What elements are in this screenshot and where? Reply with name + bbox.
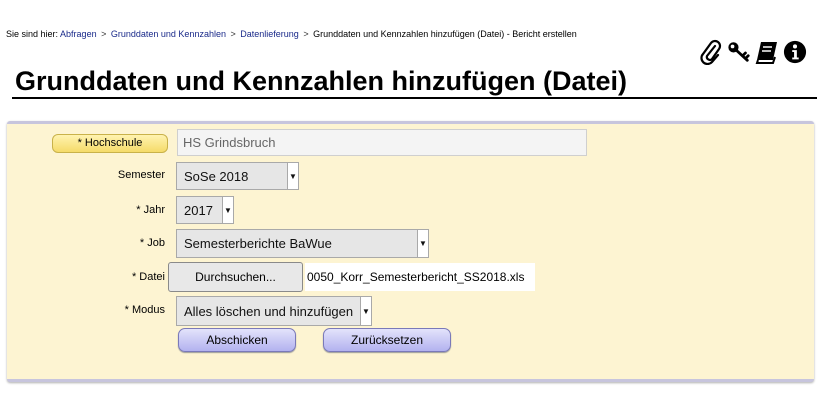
- paperclip-icon[interactable]: [699, 39, 723, 65]
- breadcrumb-separator: >: [303, 29, 309, 39]
- chevron-down-icon: ▼: [222, 197, 233, 223]
- book-icon[interactable]: [755, 39, 779, 65]
- jahr-select[interactable]: 2017 ▼: [176, 196, 234, 224]
- hochschule-field: HS Grindsbruch: [177, 129, 587, 156]
- modus-value: Alles löschen und hinzufügen: [184, 304, 354, 319]
- chevron-down-icon: ▼: [360, 297, 371, 325]
- breadcrumb-separator: >: [101, 29, 107, 39]
- modus-label: * Modus: [124, 304, 165, 316]
- title-divider: [12, 97, 817, 99]
- breadcrumb-link-datenlieferung[interactable]: Datenlieferung: [240, 29, 299, 39]
- breadcrumb-prefix: Sie sind hier:: [6, 29, 59, 39]
- key-icon[interactable]: [727, 39, 751, 65]
- breadcrumb-link-grunddaten[interactable]: Grunddaten und Kennzahlen: [111, 29, 226, 39]
- job-select[interactable]: Semesterberichte BaWue ▼: [176, 229, 429, 258]
- chevron-down-icon: ▼: [287, 163, 298, 189]
- semester-label: Semester: [117, 169, 165, 181]
- browse-button[interactable]: Durchsuchen...: [168, 262, 303, 292]
- toolbar-icons: [699, 39, 807, 65]
- info-icon[interactable]: [783, 39, 807, 65]
- job-value: Semesterberichte BaWue: [184, 236, 332, 251]
- submit-button[interactable]: Abschicken: [178, 328, 296, 352]
- chevron-down-icon: ▼: [417, 230, 428, 257]
- semester-value: SoSe 2018: [184, 169, 249, 184]
- breadcrumb-link-abfragen[interactable]: Abfragen: [60, 29, 97, 39]
- file-name: 0050_Korr_Semesterbericht_SS2018.xls: [305, 263, 535, 291]
- semester-select[interactable]: SoSe 2018 ▼: [176, 162, 299, 190]
- jahr-label: * Jahr: [136, 204, 165, 216]
- breadcrumb: Sie sind hier: Abfragen > Grunddaten und…: [6, 29, 577, 39]
- job-label: * Job: [139, 237, 165, 249]
- modus-select[interactable]: Alles löschen und hinzufügen ▼: [176, 296, 372, 326]
- datei-label: * Datei: [131, 271, 165, 283]
- reset-button[interactable]: Zurücksetzen: [323, 328, 451, 352]
- jahr-value: 2017: [184, 203, 213, 218]
- breadcrumb-current: Grunddaten und Kennzahlen hinzufügen (Da…: [313, 29, 577, 39]
- page-title: Grunddaten und Kennzahlen hinzufügen (Da…: [15, 66, 627, 96]
- hochschule-label: * Hochschule: [52, 134, 168, 153]
- breadcrumb-separator: >: [230, 29, 236, 39]
